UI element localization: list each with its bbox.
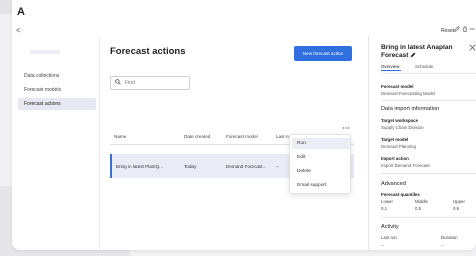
row-actions-menu: Run Edit Delete Email support <box>289 134 351 194</box>
menu-item-run[interactable]: Run <box>292 138 350 149</box>
panel-title: Bring in latest Anaplan Forecast <box>381 44 469 60</box>
column-header-name[interactable]: Name <box>114 134 126 139</box>
anaplan-logo: A <box>17 6 25 18</box>
cell-date-created: Today <box>184 164 197 169</box>
active-tab-indicator <box>381 70 401 71</box>
tab-overview[interactable]: Overview <box>381 64 399 69</box>
quantile-header-middle: Middle <box>415 199 428 204</box>
quantile-value-middle: 0.5 <box>415 206 422 211</box>
tabs-divider <box>381 73 476 74</box>
activity-heading: Activity <box>381 224 399 230</box>
new-forecast-action-button[interactable]: New forecast action <box>294 46 352 61</box>
cell-last-run: -- <box>276 164 280 169</box>
quantile-header-upper: Upper <box>453 199 465 204</box>
edit-title-icon[interactable] <box>410 52 416 58</box>
forecast-model-value: Demand Forecasting Model <box>381 91 435 96</box>
menu-item-edit[interactable]: Edit <box>292 152 350 163</box>
cell-forecast-model: Demand Forecast... <box>226 164 267 169</box>
quantile-value-upper: 0.9 <box>453 206 460 211</box>
search-icon <box>115 79 121 87</box>
quantile-header-lower: Lower <box>381 199 393 204</box>
app-window: A < Reset Data collections Forecast mode… <box>12 0 476 250</box>
data-import-heading: Data import information <box>381 106 440 112</box>
quantile-value-lower: 0.1 <box>381 206 388 211</box>
close-icon[interactable] <box>469 44 476 53</box>
sidebar: Data collections Forecast models Forecas… <box>12 36 100 250</box>
page-title: Forecast actions <box>110 46 186 57</box>
screenshot-frame: A < Reset Data collections Forecast mode… <box>0 0 476 256</box>
sidebar-placeholder <box>30 50 60 54</box>
activity-header-duration: Duration <box>441 235 458 240</box>
sidebar-item-data-collections[interactable]: Data collections <box>18 70 96 82</box>
sidebar-item-forecast-models[interactable]: Forecast models <box>18 84 96 96</box>
more-icon[interactable] <box>469 26 475 34</box>
section-divider <box>381 217 476 218</box>
import-action-label: Import action <box>381 156 409 161</box>
target-model-value: Demand Planning <box>381 144 416 149</box>
target-model-label: Target model <box>381 137 409 142</box>
target-workspace-value: Supply Chain Division <box>381 125 424 130</box>
cell-name: Bring in latest PlanIQ... <box>116 164 163 169</box>
details-panel: Bring in latest Anaplan Forecast Overvie… <box>368 36 476 250</box>
advanced-heading: Advanced <box>381 181 406 187</box>
menu-item-delete[interactable]: Delete <box>292 166 350 177</box>
forecast-quantiles-label: Forecast quantiles <box>381 192 420 197</box>
trash-icon[interactable] <box>462 26 468 34</box>
activity-value-duration: -- <box>441 243 444 248</box>
import-action-value: Import Demand Forecast <box>381 163 430 168</box>
menu-item-email-support[interactable]: Email support <box>292 180 350 191</box>
column-header-date-created[interactable]: Date created <box>184 134 210 139</box>
search-input[interactable]: Find <box>110 76 190 90</box>
row-actions-icon[interactable] <box>342 126 350 132</box>
sidebar-item-label: Data collections <box>24 73 60 79</box>
forecast-model-label: Forecast model <box>381 84 414 89</box>
search-placeholder: Find <box>125 80 135 86</box>
reset-button[interactable]: Reset <box>441 28 454 34</box>
pencil-icon[interactable] <box>454 26 460 34</box>
back-icon[interactable]: < <box>16 26 21 35</box>
sidebar-item-forecast-actions[interactable]: Forecast actions <box>18 98 96 110</box>
section-divider <box>381 173 476 174</box>
activity-value-last-run: -- <box>381 243 384 248</box>
tab-schedule[interactable]: Schedule <box>415 64 433 69</box>
sidebar-item-label: Forecast models <box>24 87 61 93</box>
section-divider <box>381 100 476 101</box>
target-workspace-label: Target workspace <box>381 118 419 123</box>
column-header-forecast-model[interactable]: Forecast model <box>226 134 258 139</box>
panel-title-text: Bring in latest Anaplan Forecast <box>381 44 453 59</box>
activity-header-last-run: Last run <box>381 235 397 240</box>
sidebar-item-label: Forecast actions <box>24 101 61 107</box>
